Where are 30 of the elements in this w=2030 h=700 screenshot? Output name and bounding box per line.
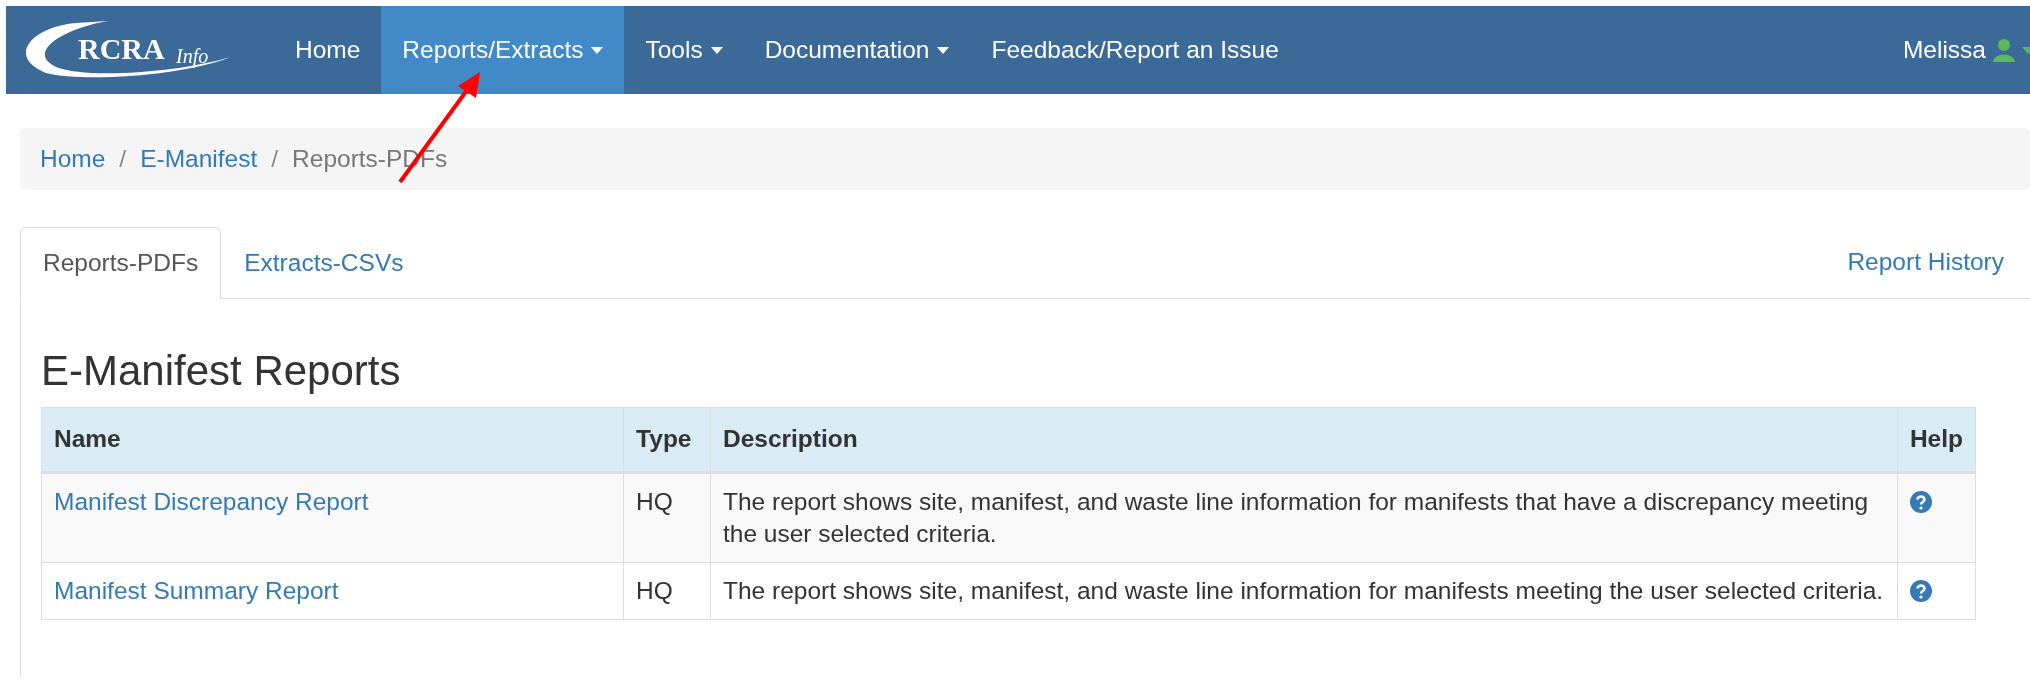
column-header: Type xyxy=(623,407,711,473)
column-header: Help xyxy=(1897,407,1976,473)
report-history-link[interactable]: Report History xyxy=(1847,248,2004,276)
breadcrumb-separator: / xyxy=(118,145,128,173)
caret-icon xyxy=(591,46,604,54)
user-icon xyxy=(1992,38,2016,62)
user-menu[interactable]: Melissa xyxy=(1902,6,2030,94)
table-cell: HQ xyxy=(623,562,711,620)
tab[interactable]: Reports-PDFs xyxy=(20,227,222,299)
nav-item[interactable]: Tools xyxy=(624,6,744,94)
report-link[interactable]: Manifest Discrepancy Report xyxy=(54,488,369,515)
nav-item[interactable]: Feedback/Report an Issue xyxy=(970,6,1300,94)
breadcrumb-separator: / xyxy=(270,145,280,173)
nav-item[interactable]: Documentation xyxy=(743,6,971,94)
column-header: Name xyxy=(41,407,624,473)
caret-icon xyxy=(937,46,950,54)
help-icon[interactable] xyxy=(1909,580,1932,602)
nav-item[interactable]: Reports/Extracts xyxy=(381,6,625,94)
breadcrumb-link[interactable]: Home xyxy=(40,145,106,173)
caret-icon xyxy=(710,46,723,54)
breadcrumb-link[interactable]: E-Manifest xyxy=(140,145,258,173)
table-cell: The report shows site, manifest, and waste line information for manifests meeting the user selected criteria. xyxy=(710,562,1898,620)
table-cell: The report shows site, manifest, and waste line information for manifests that have a discrepancy meeting the user selected criteria. xyxy=(710,472,1898,563)
caret-icon xyxy=(2022,46,2030,54)
column-header: Description xyxy=(710,407,1898,473)
nav-item[interactable]: Home xyxy=(274,6,382,94)
page-heading: E-Manifest Reports xyxy=(41,347,401,395)
tab[interactable]: Extracts-CSVs xyxy=(221,227,427,299)
help-icon[interactable] xyxy=(1909,491,1932,513)
table-cell: HQ xyxy=(623,472,711,563)
